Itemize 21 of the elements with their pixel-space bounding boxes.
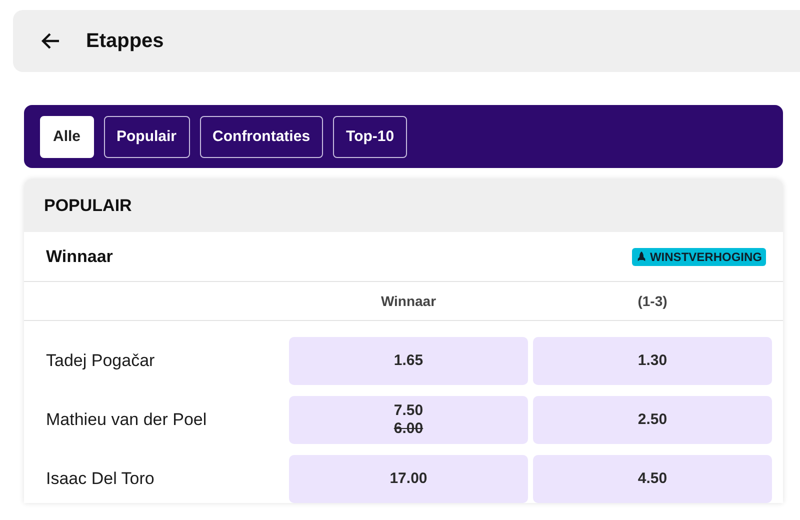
rider-name: Mathieu van der Poel bbox=[45, 410, 207, 430]
rider-name: Isaac Del Toro bbox=[45, 469, 154, 489]
filter-tab[interactable]: Populair bbox=[104, 116, 190, 158]
section-title: POPULAIR bbox=[44, 196, 132, 216]
filter-tab[interactable]: Alle bbox=[40, 116, 94, 158]
odds-button[interactable]: 4.50 bbox=[533, 455, 772, 503]
column-header: Winnaar bbox=[380, 293, 436, 309]
odds-button[interactable]: 1.65 bbox=[289, 337, 528, 385]
market-title: Winnaar bbox=[46, 246, 113, 266]
rider-name: Tadej Pogačar bbox=[45, 351, 155, 371]
odds-button[interactable]: 17.00 bbox=[289, 455, 528, 503]
back-icon[interactable] bbox=[41, 31, 61, 51]
filter-tab[interactable]: Confrontaties bbox=[200, 116, 324, 158]
boost-badge: WINSTVERHOGING bbox=[632, 248, 766, 266]
page-title: Etappes bbox=[86, 30, 164, 52]
column-header: (1-3) bbox=[638, 293, 668, 309]
odds-button[interactable]: 2.50 bbox=[533, 396, 772, 444]
odds-button[interactable]: 1.30 bbox=[533, 337, 772, 385]
rocket-icon bbox=[636, 251, 647, 262]
filter-tab[interactable]: Top-10 bbox=[333, 116, 408, 158]
odds-button[interactable]: 7.50 6.00 bbox=[289, 396, 528, 444]
